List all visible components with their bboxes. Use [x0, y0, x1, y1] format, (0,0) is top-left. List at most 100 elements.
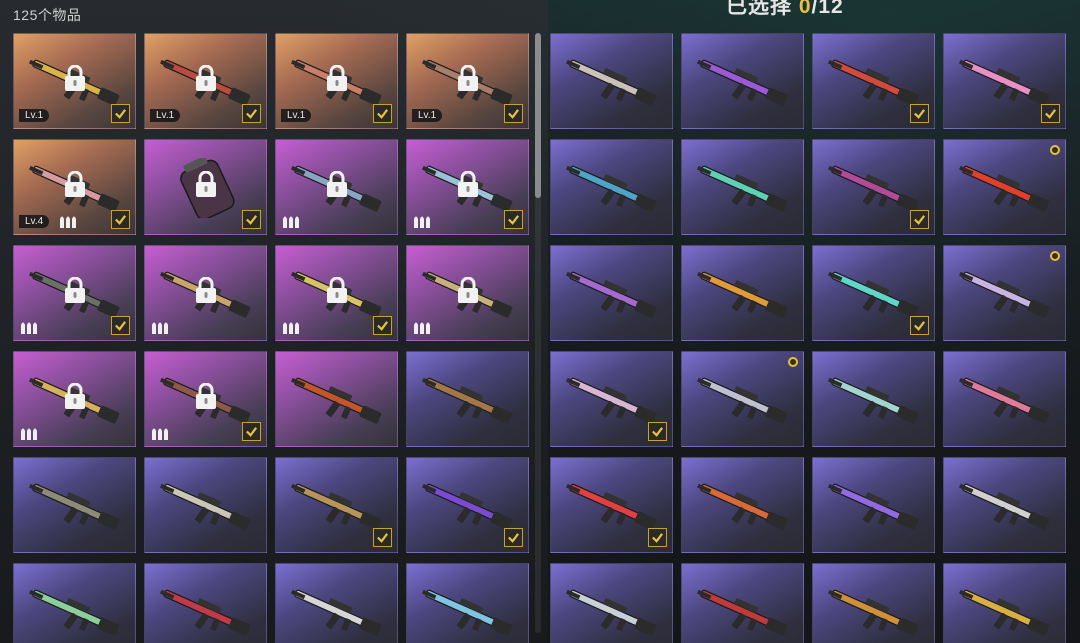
- weapon-icon: [566, 271, 657, 318]
- selection-grid: [550, 33, 1066, 643]
- weapon-icon: [828, 59, 919, 106]
- weapon-icon: [697, 483, 788, 530]
- selection-item-tile[interactable]: [550, 457, 673, 553]
- inventory-item-tile[interactable]: [406, 457, 529, 553]
- new-indicator-icon: [788, 357, 798, 367]
- ammo-icon: [21, 322, 37, 334]
- lock-icon: [64, 65, 85, 92]
- selected-checkmark-icon: [504, 104, 523, 123]
- selection-item-tile[interactable]: [550, 139, 673, 235]
- inventory-item-tile[interactable]: [13, 245, 136, 341]
- selection-item-tile[interactable]: [943, 457, 1066, 553]
- weapon-icon: [959, 377, 1050, 424]
- selected-checkmark-icon: [373, 316, 392, 335]
- selected-checkmark-icon: [910, 104, 929, 123]
- ammo-icon: [60, 216, 76, 228]
- weapon-icon: [828, 589, 919, 636]
- lock-icon: [457, 65, 478, 92]
- selection-item-tile[interactable]: [681, 351, 804, 447]
- ammo-icon: [414, 216, 430, 228]
- lock-icon: [195, 383, 216, 410]
- selection-item-tile[interactable]: [550, 351, 673, 447]
- lock-icon: [457, 171, 478, 198]
- inventory-item-tile[interactable]: [275, 139, 398, 235]
- inventory-item-tile[interactable]: [13, 563, 136, 643]
- weapon-icon: [697, 165, 788, 212]
- inventory-scrollbar[interactable]: [535, 33, 541, 633]
- inventory-item-tile[interactable]: Lv.4: [13, 139, 136, 235]
- selected-checkmark-icon: [504, 528, 523, 547]
- inventory-item-tile[interactable]: [406, 351, 529, 447]
- weapon-icon: [160, 483, 251, 530]
- inventory-item-tile[interactable]: [275, 563, 398, 643]
- selected-checkmark-icon: [111, 210, 130, 229]
- weapon-icon: [291, 377, 382, 424]
- selection-item-tile[interactable]: [943, 351, 1066, 447]
- selection-item-tile[interactable]: [812, 457, 935, 553]
- weapon-icon: [959, 165, 1050, 212]
- selection-item-tile[interactable]: [681, 33, 804, 129]
- inventory-item-tile[interactable]: [275, 457, 398, 553]
- inventory-item-tile[interactable]: [144, 457, 267, 553]
- selection-item-tile[interactable]: [681, 245, 804, 341]
- inventory-item-tile[interactable]: [275, 245, 398, 341]
- inventory-item-tile[interactable]: [13, 457, 136, 553]
- selection-item-tile[interactable]: [812, 563, 935, 643]
- inventory-item-tile[interactable]: [406, 245, 529, 341]
- selection-item-tile[interactable]: [812, 139, 935, 235]
- selection-item-tile[interactable]: [681, 563, 804, 643]
- inventory-item-tile[interactable]: [144, 139, 267, 235]
- weapon-icon: [29, 589, 120, 636]
- weapon-icon: [697, 377, 788, 424]
- selection-item-tile[interactable]: [550, 245, 673, 341]
- selection-item-tile[interactable]: [812, 245, 935, 341]
- selected-checkmark-icon: [648, 528, 667, 547]
- lock-icon: [195, 65, 216, 92]
- scrollbar-thumb[interactable]: [535, 33, 541, 198]
- inventory-item-tile[interactable]: [144, 245, 267, 341]
- inventory-item-tile[interactable]: [275, 351, 398, 447]
- inventory-item-tile[interactable]: [406, 139, 529, 235]
- weapon-icon: [422, 589, 513, 636]
- selection-item-tile[interactable]: [943, 245, 1066, 341]
- inventory-item-tile[interactable]: [406, 563, 529, 643]
- ammo-icon: [283, 322, 299, 334]
- level-badge: Lv.1: [150, 109, 181, 122]
- inventory-item-tile[interactable]: [13, 351, 136, 447]
- selection-item-tile[interactable]: [812, 33, 935, 129]
- inventory-item-tile[interactable]: [144, 351, 267, 447]
- selection-item-tile[interactable]: [681, 139, 804, 235]
- level-badge: Lv.1: [412, 109, 443, 122]
- lock-icon: [326, 277, 347, 304]
- weapon-icon: [291, 589, 382, 636]
- weapon-icon: [697, 59, 788, 106]
- selection-item-tile[interactable]: [943, 139, 1066, 235]
- weapon-icon: [566, 59, 657, 106]
- selected-checkmark-icon: [242, 104, 261, 123]
- weapon-icon: [828, 377, 919, 424]
- new-indicator-icon: [1050, 145, 1060, 155]
- selected-checkmark-icon: [910, 210, 929, 229]
- selection-item-tile[interactable]: [550, 563, 673, 643]
- inventory-item-tile[interactable]: Lv.1: [144, 33, 267, 129]
- selected-count: 0: [798, 0, 812, 18]
- weapon-icon: [959, 589, 1050, 636]
- selection-item-tile[interactable]: [550, 33, 673, 129]
- inventory-item-tile[interactable]: Lv.1: [13, 33, 136, 129]
- selection-item-tile[interactable]: [943, 563, 1066, 643]
- inventory-item-tile[interactable]: Lv.1: [275, 33, 398, 129]
- item-count-label: 125个物品: [13, 7, 82, 23]
- selected-checkmark-icon: [648, 422, 667, 441]
- new-indicator-icon: [1050, 251, 1060, 261]
- ammo-icon: [152, 428, 168, 440]
- inventory-item-tile[interactable]: Lv.1: [406, 33, 529, 129]
- ammo-icon: [283, 216, 299, 228]
- weapon-icon: [566, 165, 657, 212]
- weapon-icon: [959, 271, 1050, 318]
- weapon-icon: [959, 59, 1050, 106]
- selection-item-tile[interactable]: [681, 457, 804, 553]
- inventory-item-tile[interactable]: [144, 563, 267, 643]
- selection-item-tile[interactable]: [943, 33, 1066, 129]
- weapon-icon: [566, 483, 657, 530]
- selection-item-tile[interactable]: [812, 351, 935, 447]
